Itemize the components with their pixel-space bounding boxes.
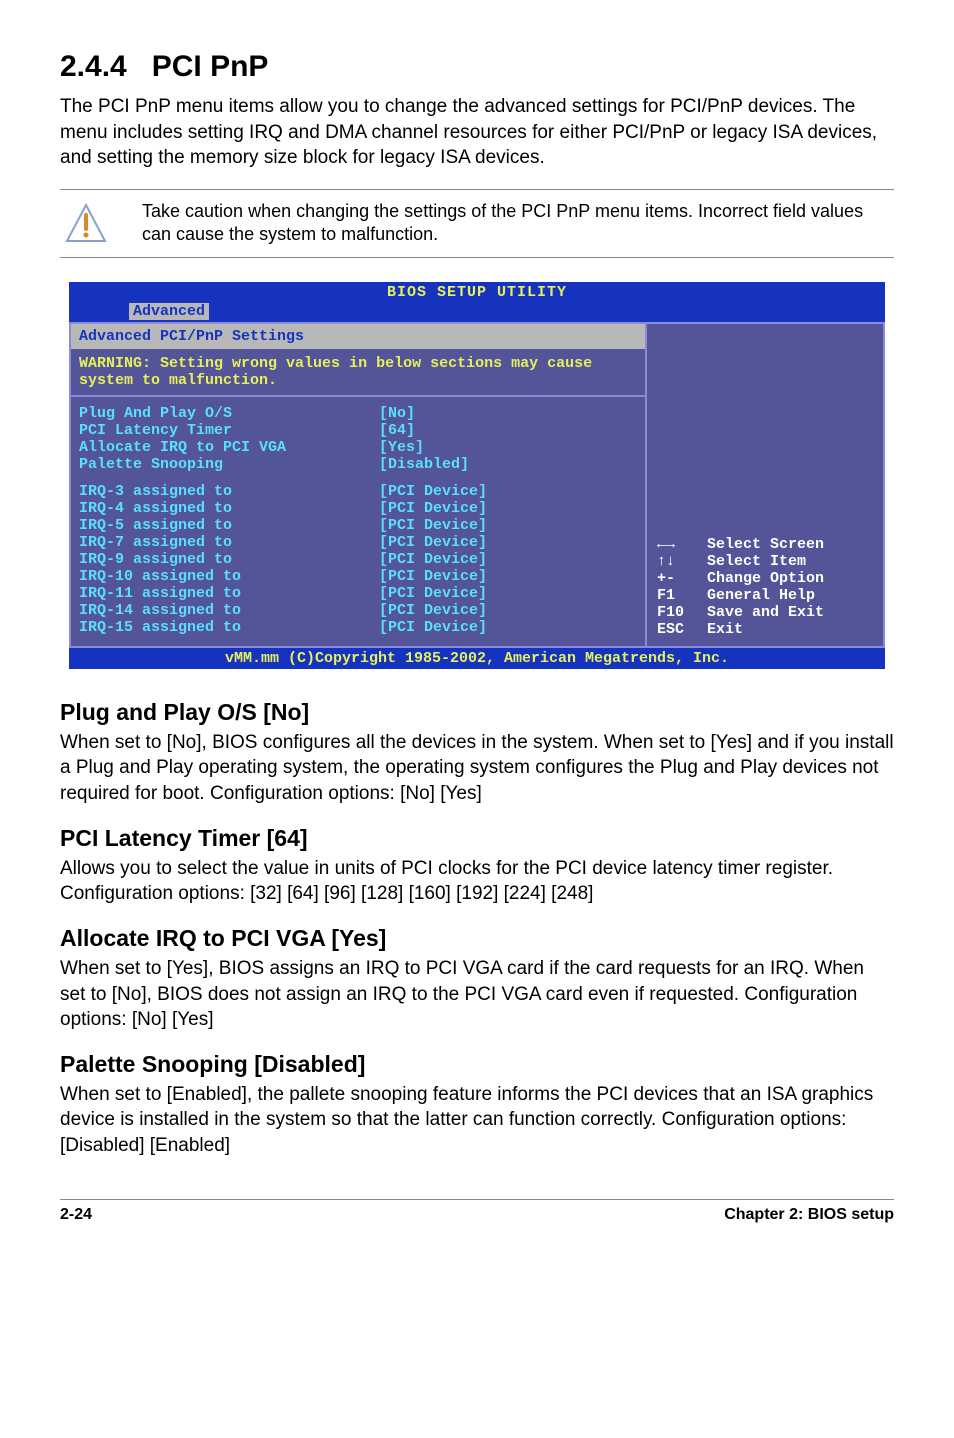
bios-setting-label: IRQ-3 assigned to <box>79 483 379 500</box>
bios-setting-row[interactable]: Palette Snooping[Disabled] <box>79 456 637 473</box>
bios-setting-row[interactable]: IRQ-7 assigned to[PCI Device] <box>79 534 637 551</box>
bios-legend-row: F1General Help <box>657 587 873 604</box>
bios-warning-label: WARNING: <box>79 355 151 372</box>
option-heading: Allocate IRQ to PCI VGA [Yes] <box>60 925 894 952</box>
bios-setting-label: IRQ-5 assigned to <box>79 517 379 534</box>
section-number: 2.4.4 <box>60 50 127 83</box>
bios-setting-row[interactable]: IRQ-14 assigned to[PCI Device] <box>79 602 637 619</box>
bios-setting-label: IRQ-7 assigned to <box>79 534 379 551</box>
bios-legend-row: ↑↓Select Item <box>657 553 873 570</box>
bios-setting-label: IRQ-9 assigned to <box>79 551 379 568</box>
bios-section-title: Advanced PCI/PnP Settings <box>71 324 645 349</box>
bios-setting-label: PCI Latency Timer <box>79 422 379 439</box>
bios-setting-row[interactable]: IRQ-3 assigned to[PCI Device] <box>79 483 637 500</box>
bios-setting-row[interactable]: PCI Latency Timer[64] <box>79 422 637 439</box>
bios-setting-label: IRQ-14 assigned to <box>79 602 379 619</box>
section-title: PCI PnP <box>152 50 269 83</box>
bios-legend-key: ESC <box>657 621 707 638</box>
bios-legend-key: F10 <box>657 604 707 621</box>
bios-setting-value: [PCI Device] <box>379 517 487 534</box>
bios-legend-key: F1 <box>657 587 707 604</box>
bios-setting-label: IRQ-15 assigned to <box>79 619 379 636</box>
bios-setting-row[interactable]: Allocate IRQ to PCI VGA[Yes] <box>79 439 637 456</box>
option-description: When set to [No], BIOS configures all th… <box>60 730 894 807</box>
caution-icon <box>60 203 112 243</box>
bios-warning: WARNING: Setting wrong values in below s… <box>71 349 645 397</box>
bios-warning-text: Setting wrong values in below sections m… <box>79 355 592 389</box>
page-number: 2-24 <box>60 1206 92 1224</box>
bios-left-pane: Advanced PCI/PnP Settings WARNING: Setti… <box>69 322 645 648</box>
bios-setting-label: Allocate IRQ to PCI VGA <box>79 439 379 456</box>
bios-legend-desc: Select Screen <box>707 536 824 553</box>
bios-setting-value: [PCI Device] <box>379 551 487 568</box>
bios-footer: vMM.mm (C)Copyright 1985-2002, American … <box>69 648 885 669</box>
bios-tab-advanced[interactable]: Advanced <box>129 303 209 320</box>
bios-setting-label: Plug And Play O/S <box>79 405 379 422</box>
option-heading: Palette Snooping [Disabled] <box>60 1051 894 1078</box>
bios-legend-row: F10Save and Exit <box>657 604 873 621</box>
bios-setting-label: IRQ-4 assigned to <box>79 500 379 517</box>
bios-setting-value: [PCI Device] <box>379 500 487 517</box>
option-heading: Plug and Play O/S [No] <box>60 699 894 726</box>
bios-legend-desc: General Help <box>707 587 815 604</box>
option-description: When set to [Yes], BIOS assigns an IRQ t… <box>60 956 894 1033</box>
chapter-label: Chapter 2: BIOS setup <box>724 1206 894 1224</box>
bios-legend-row: ←→Select Screen <box>657 536 873 553</box>
caution-text: Take caution when changing the settings … <box>112 200 894 247</box>
bios-header: BIOS SETUP UTILITY Advanced <box>69 282 885 322</box>
bios-setting-row[interactable]: IRQ-4 assigned to[PCI Device] <box>79 500 637 517</box>
bios-tab-bar: Advanced <box>69 301 885 322</box>
bios-title: BIOS SETUP UTILITY <box>69 284 885 301</box>
bios-setting-value: [PCI Device] <box>379 619 487 636</box>
bios-setting-row[interactable]: IRQ-10 assigned to[PCI Device] <box>79 568 637 585</box>
bios-legend-desc: Save and Exit <box>707 604 824 621</box>
option-description: When set to [Enabled], the pallete snoop… <box>60 1082 894 1159</box>
option-heading: PCI Latency Timer [64] <box>60 825 894 852</box>
bios-legend-row: +-Change Option <box>657 570 873 587</box>
bios-setting-value: [PCI Device] <box>379 534 487 551</box>
bios-legend-key: ↑↓ <box>657 553 707 570</box>
option-description: Allows you to select the value in units … <box>60 856 894 907</box>
bios-screenshot: BIOS SETUP UTILITY Advanced Advanced PCI… <box>67 280 887 671</box>
bios-legend-desc: Exit <box>707 621 743 638</box>
bios-setting-value: [Disabled] <box>379 456 469 473</box>
bios-setting-value: [No] <box>379 405 415 422</box>
caution-note: Take caution when changing the settings … <box>60 189 894 258</box>
bios-setting-row[interactable]: Plug And Play O/S[No] <box>79 405 637 422</box>
bios-legend-desc: Change Option <box>707 570 824 587</box>
bios-setting-value: [PCI Device] <box>379 568 487 585</box>
bios-setting-value: [PCI Device] <box>379 585 487 602</box>
bios-setting-label: Palette Snooping <box>79 456 379 473</box>
bios-legend-desc: Select Item <box>707 553 806 570</box>
bios-setting-value: [PCI Device] <box>379 602 487 619</box>
bios-setting-row[interactable]: IRQ-9 assigned to[PCI Device] <box>79 551 637 568</box>
bios-setting-label: IRQ-11 assigned to <box>79 585 379 602</box>
section-intro: The PCI PnP menu items allow you to chan… <box>60 94 894 171</box>
bios-setting-row[interactable]: IRQ-5 assigned to[PCI Device] <box>79 517 637 534</box>
bios-legend-row: ESCExit <box>657 621 873 638</box>
bios-setting-value: [64] <box>379 422 415 439</box>
bios-setting-label: IRQ-10 assigned to <box>79 568 379 585</box>
bios-setting-value: [PCI Device] <box>379 483 487 500</box>
page-footer: 2-24 Chapter 2: BIOS setup <box>60 1199 894 1224</box>
bios-setting-row[interactable]: IRQ-11 assigned to[PCI Device] <box>79 585 637 602</box>
bios-right-pane: ←→Select Screen ↑↓Select Item +-Change O… <box>645 322 885 648</box>
bios-setting-row[interactable]: IRQ-15 assigned to[PCI Device] <box>79 619 637 636</box>
bios-legend-key: ←→ <box>657 536 707 553</box>
section-heading: 2.4.4 PCI PnP <box>60 50 894 84</box>
bios-legend-key: +- <box>657 570 707 587</box>
bios-setting-value: [Yes] <box>379 439 424 456</box>
